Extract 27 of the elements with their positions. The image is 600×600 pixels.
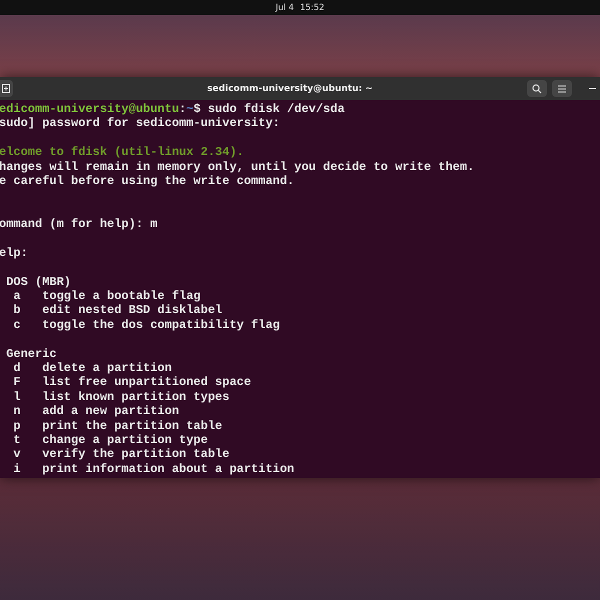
window-title: sedicomm-university@ubuntu: ~ <box>206 84 373 94</box>
terminal-line: Generic <box>5 346 57 361</box>
search-button[interactable] <box>526 80 547 97</box>
date: Jul 4 <box>276 2 294 12</box>
command-text: $ sudo fdisk /dev/sda <box>193 102 345 116</box>
minimize-icon[interactable] <box>588 88 596 90</box>
terminal-line: sudo] password for sedicomm-university: <box>0 116 280 130</box>
clock: 15:52 <box>300 2 324 12</box>
prompt-path: ~ <box>186 102 194 116</box>
new-tab-icon <box>2 84 10 93</box>
terminal-line: a toggle a bootable flag <box>12 289 201 304</box>
terminal-line: t change a partition type <box>12 432 208 447</box>
search-icon <box>532 84 542 94</box>
terminal-line: b edit nested BSD disklabel <box>12 303 222 318</box>
terminal-line: d delete a partition <box>12 361 172 376</box>
menu-icon <box>558 84 566 92</box>
terminal-line: n add a new partition <box>12 404 180 418</box>
terminal-line: i print information about a partition <box>12 462 294 476</box>
terminal-line: DOS (MBR) <box>5 274 72 289</box>
terminal-line: F list free unpartitioned space <box>12 375 252 390</box>
terminal-line: p print the partition table <box>12 418 222 433</box>
terminal-line: c toggle the dos compatibility flag <box>12 318 280 332</box>
menu-button[interactable] <box>552 80 572 97</box>
prompt-separator: : <box>179 102 186 116</box>
terminal-line: v verify the partition table <box>12 447 230 462</box>
terminal-line: hanges will remain in memory only, until you decide to write them. <box>0 160 474 174</box>
terminal-line: l list known partition types <box>12 390 230 404</box>
